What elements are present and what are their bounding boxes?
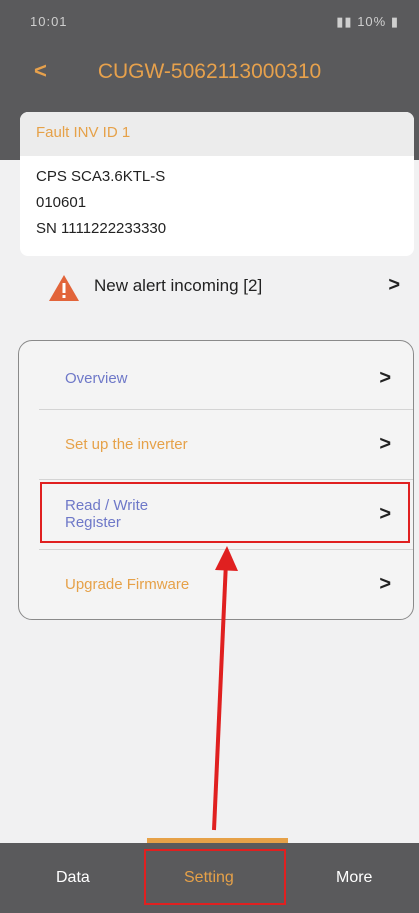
page-title: CUGW-5062113000310 (97, 60, 322, 83)
chevron-right-icon: > (379, 573, 391, 595)
annotation-tab-highlight (144, 849, 286, 905)
alert-label: New alert incoming [2] (94, 276, 263, 295)
chevron-right-icon: > (379, 433, 391, 455)
chevron-right-icon: > (388, 274, 400, 296)
inverter-model: CPS SCA3.6KTL-S (36, 168, 166, 185)
card-header: Fault INV ID 1 (20, 112, 414, 156)
menu-item-label: Upgrade Firmware (65, 576, 190, 593)
status-bar: 10:01 ▮▮ 10% ▮ (30, 14, 399, 34)
alert-row[interactable]: New alert incoming [2] > (20, 260, 414, 314)
chevron-right-icon: > (379, 367, 391, 389)
divider (39, 409, 413, 410)
menu-item-overview[interactable]: Overview > (19, 347, 413, 411)
divider (39, 479, 413, 480)
inverter-code: 010601 (36, 194, 87, 211)
inverter-serial: SN 1111222233330 (36, 220, 167, 237)
status-time: 10:01 (30, 14, 68, 29)
tab-data[interactable]: Data (56, 869, 90, 887)
menu-item-setup-inverter[interactable]: Set up the inverter > (19, 413, 413, 477)
settings-menu: Overview > Set up the inverter > Read / … (18, 340, 414, 620)
annotation-highlight-box (40, 482, 410, 543)
menu-item-upgrade-firmware[interactable]: Upgrade Firmware > (19, 553, 413, 617)
warning-triangle-icon (49, 275, 79, 301)
menu-item-label: Overview (65, 370, 128, 387)
tab-more[interactable]: More (336, 869, 372, 887)
inverter-info-card: Fault INV ID 1 CPS SCA3.6KTL-S 010601 SN… (20, 112, 414, 256)
menu-item-label: Set up the inverter (65, 436, 188, 453)
status-icons: ▮▮ 10% ▮ (336, 14, 399, 29)
divider (39, 549, 413, 550)
fault-label: Fault INV ID 1 (36, 124, 131, 141)
